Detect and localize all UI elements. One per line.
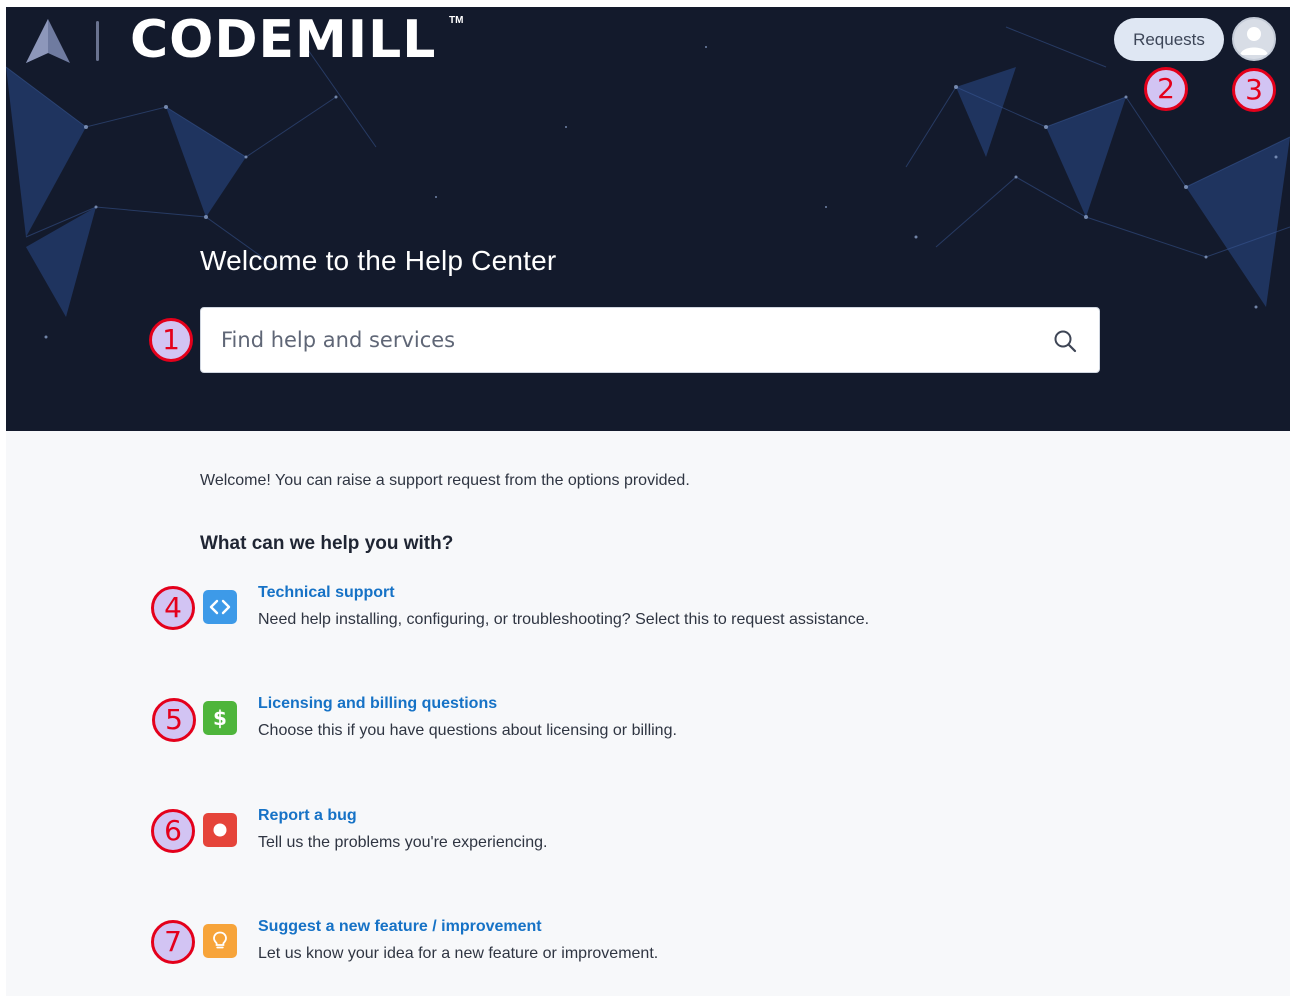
option-description: Need help installing, configuring, or tr… [258,611,870,628]
option-title[interactable]: Technical support [258,584,395,602]
option-description: Tell us the problems you're experiencing… [258,834,548,851]
option-title[interactable]: Report a bug [258,807,357,825]
lightbulb-icon [203,924,237,958]
annotation-marker-4: 4 [151,586,195,630]
dollar-icon: $ [203,701,237,735]
user-avatar-icon[interactable] [1232,17,1276,61]
profile-icon [1240,27,1268,55]
request-type-report-bug[interactable]: Report a bug Tell us the problems you're… [200,807,960,867]
page-title: Welcome to the Help Center [200,245,557,276]
annotation-marker-6: 6 [151,809,195,853]
code-icon [203,590,237,624]
annotation-marker-1: 1 [149,318,193,362]
welcome-message: Welcome! You can raise a support request… [200,472,690,489]
trademark-symbol: TM [449,15,464,26]
option-description: Let us know your idea for a new feature … [258,945,659,962]
section-heading: What can we help you with? [200,533,454,554]
option-description: Choose this if you have questions about … [258,722,677,739]
option-title[interactable]: Suggest a new feature / improvement [258,918,542,936]
request-type-suggest-feature[interactable]: Suggest a new feature / improvement Let … [200,918,960,978]
search-input[interactable] [201,308,1041,372]
brand-logo: CODEMILL [130,10,437,70]
logo-separator [96,21,99,61]
record-dot-icon [203,813,237,847]
annotation-marker-2: 2 [1144,67,1188,111]
request-type-licensing-billing[interactable]: $ Licensing and billing questions Choose… [200,695,960,755]
search-box [200,307,1100,373]
annotation-marker-7: 7 [151,920,195,964]
annotation-marker-5: 5 [152,698,196,742]
search-icon[interactable] [1053,329,1077,353]
codemill-logo-icon [26,19,70,63]
help-center-page: CODEMILL TM Requests Welcome to the Help… [6,7,1290,996]
annotation-marker-3: 3 [1232,68,1276,112]
requests-button[interactable]: Requests [1114,18,1224,61]
request-type-technical-support[interactable]: Technical support Need help installing, … [200,584,960,644]
option-title[interactable]: Licensing and billing questions [258,695,497,713]
